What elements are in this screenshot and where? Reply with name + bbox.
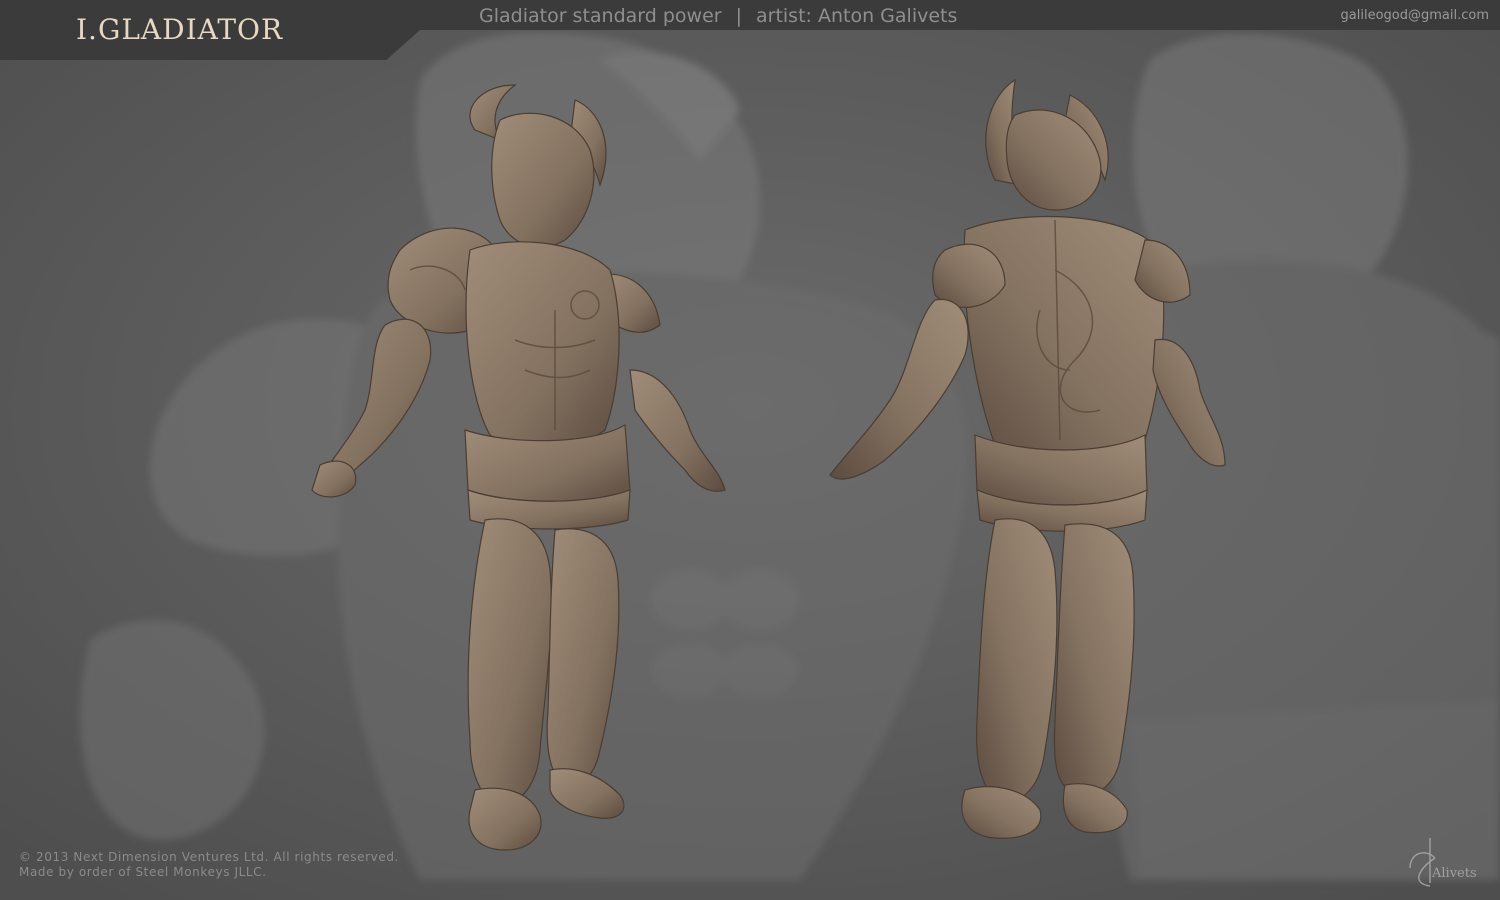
artist-credit: artist: Anton Galivets xyxy=(756,5,958,27)
copyright-line: © 2013 Next Dimension Ventures Ltd. All … xyxy=(19,850,399,864)
header-separator: | xyxy=(735,5,742,27)
gladiator-back-render xyxy=(829,78,1226,839)
background-closeup-render xyxy=(0,0,1500,900)
signature-text: Alivets xyxy=(1432,866,1477,881)
copyright-notice: © 2013 Next Dimension Ventures Ltd. All … xyxy=(19,850,399,880)
gladiator-front-render xyxy=(311,84,726,851)
contact-email[interactable]: galileogod@gmail.com xyxy=(1341,8,1489,23)
header-subtitle: Gladiator standard power | artist: Anton G… xyxy=(479,5,957,27)
project-name: Gladiator standard power xyxy=(479,5,722,27)
order-line: Made by order of Steel Monkeys JLLC. xyxy=(19,865,267,879)
page-title: I.GLADIATOR xyxy=(76,13,284,46)
